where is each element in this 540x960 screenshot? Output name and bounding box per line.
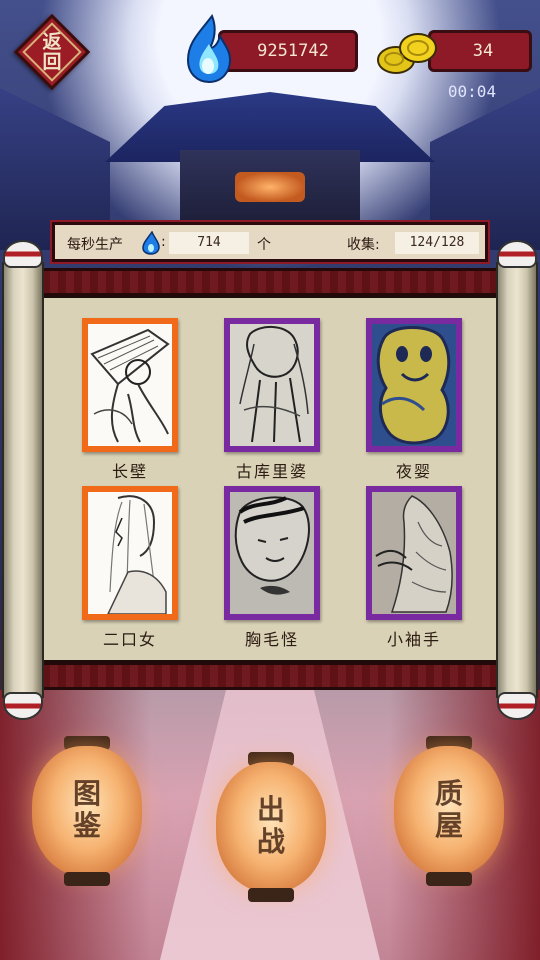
lantern-cap-bottom [248, 888, 294, 902]
monster-card[interactable]: 胸毛怪 [222, 486, 322, 649]
monster-card[interactable]: 二口女 [80, 486, 180, 649]
blue-soul-fire-icon [186, 14, 232, 84]
monster-card[interactable]: 小袖手 [364, 486, 464, 649]
lantern-button-left[interactable]: 图鉴 [32, 736, 142, 886]
monster-portrait-image [372, 324, 456, 446]
monster-card[interactable]: 古库里婆 [222, 318, 322, 481]
temple-lanterns-glow [235, 172, 305, 202]
soul-fire-counter: 9251742 [218, 30, 358, 72]
countdown-timer: 00:04 [447, 82, 497, 101]
monster-name: 二口女 [102, 630, 157, 649]
left-rod-bottom-cap [3, 692, 43, 720]
lantern-label: 质屋 [394, 778, 504, 842]
monster-portrait-frame [82, 486, 178, 620]
lantern-center-label: 出战 [256, 793, 285, 858]
gold-value: 34 [472, 41, 494, 61]
monster-name: 胸毛怪 [244, 630, 299, 649]
lantern-cap-bottom [426, 872, 472, 886]
monster-portrait-image [230, 492, 314, 614]
soul-fire-value: 9251742 [257, 41, 329, 61]
monster-card[interactable]: 长壁 [80, 318, 180, 481]
scroll-left-rod [0, 240, 46, 720]
monster-portrait-frame [366, 486, 462, 620]
monster-portrait-frame [224, 486, 320, 620]
soul-fire-small-icon [142, 231, 160, 255]
scroll-right-rod [494, 240, 540, 720]
monster-portrait-image [230, 324, 314, 446]
lantern-cap-bottom [64, 872, 110, 886]
back-button[interactable]: 返 回 [13, 13, 91, 91]
monster-portrait-frame [82, 318, 178, 452]
monster-name: 小袖手 [386, 630, 441, 649]
lantern-button-right[interactable]: 质屋 [394, 736, 504, 886]
scroll-bottom-band [42, 662, 498, 690]
right-rod-tube [496, 262, 538, 698]
production-label: 每秒生产 [67, 237, 123, 253]
monster-portrait-image [372, 492, 456, 614]
lantern-left-label: 图鉴 [72, 777, 101, 842]
lantern-label: 图鉴 [32, 778, 142, 842]
lantern-button-center[interactable]: 出战 [216, 752, 326, 902]
gold-coins-icon [377, 33, 437, 74]
collect-label: 收集: [347, 237, 380, 253]
left-rod-tube [2, 262, 44, 698]
back-button-label: 返 回 [14, 32, 90, 72]
left-rod-top-cap [3, 240, 43, 268]
right-rod-bottom-cap [497, 692, 537, 720]
lantern-label: 出战 [216, 794, 326, 858]
monster-name: 长壁 [111, 462, 148, 481]
back-label-char-1: 返 [42, 31, 62, 53]
monster-portrait-image [88, 492, 172, 614]
collect-value: 124/128 [395, 232, 479, 254]
monster-portrait-frame [366, 318, 462, 452]
monster-card[interactable]: 夜婴 [364, 318, 464, 481]
production-unit: 个 [257, 237, 271, 253]
scroll-top-band [42, 268, 498, 296]
production-value: 714 [169, 232, 249, 254]
monster-portrait-frame [224, 318, 320, 452]
production-info-bar: 每秒生产 : 714 个 收集: 124/128 [52, 222, 488, 262]
back-label-char-2: 回 [42, 51, 62, 73]
gold-counter: 34 [428, 30, 532, 72]
monster-portrait-image [88, 324, 172, 446]
monster-name: 古库里婆 [235, 462, 308, 481]
temple-gate [180, 150, 360, 230]
monster-name: 夜婴 [395, 462, 432, 481]
right-rod-top-cap [497, 240, 537, 268]
lantern-right-label: 质屋 [434, 777, 463, 842]
production-colon: : [161, 234, 166, 250]
